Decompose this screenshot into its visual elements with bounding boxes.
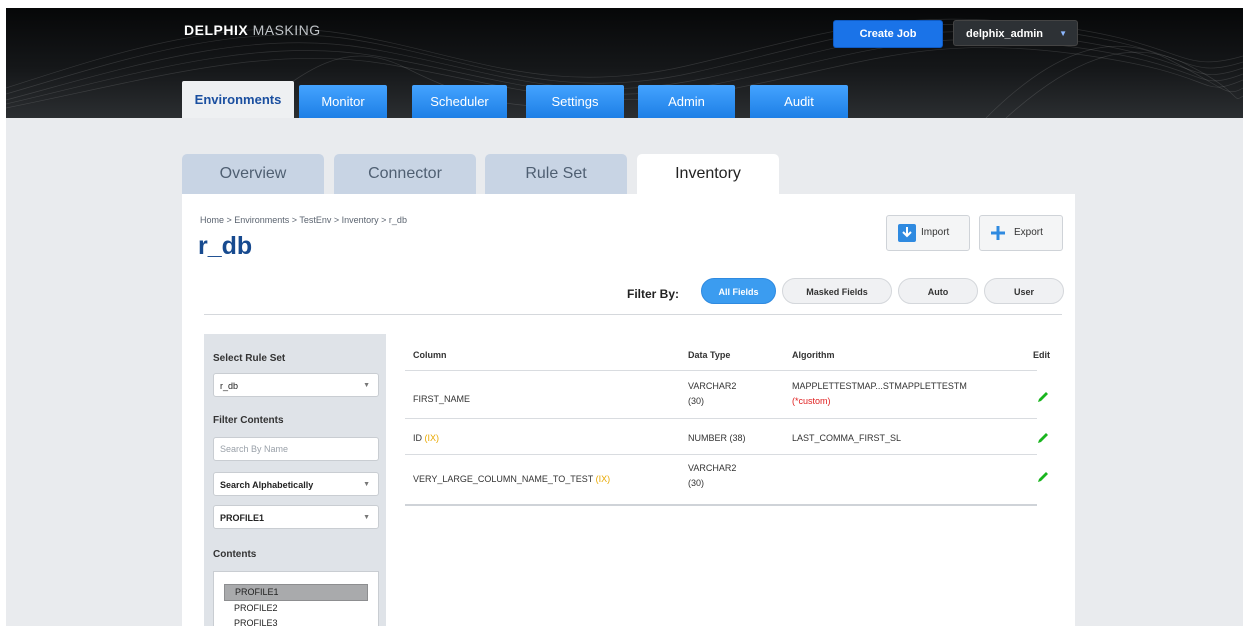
algorithm-name: MAPPLETTESTMAP...STMAPPLETTESTM (792, 381, 967, 391)
sort-select[interactable]: Search Alphabetically ▼ (213, 472, 379, 496)
data-type-size: (30) (688, 478, 705, 488)
chevron-down-icon: ▼ (363, 382, 370, 389)
pencil-icon[interactable] (1036, 470, 1050, 489)
column-header-data-type: Data Type (688, 350, 731, 360)
nav-tab-monitor[interactable]: Monitor (299, 85, 387, 118)
nav-tab-environments[interactable]: Environments (182, 81, 294, 118)
select-rule-set-label: Select Rule Set (213, 353, 286, 364)
column-header-edit: Edit (1033, 350, 1050, 360)
table-cell-column: VERY_LARGE_COLUMN_NAME_TO_TEST (IX) (413, 472, 610, 487)
contents-list[interactable]: PROFILE1 PROFILE2 PROFILE3 (213, 571, 379, 626)
import-label: Import (921, 227, 950, 238)
chevron-down-icon: ▼ (363, 481, 370, 488)
list-item[interactable]: PROFILE1 (224, 584, 368, 601)
table-bottom-border (405, 504, 1037, 506)
data-type-line: VARCHAR2 (688, 381, 737, 391)
filter-by-label: Filter By: (627, 287, 680, 301)
table-cell-algorithm: MAPPLETTESTMAP...STMAPPLETTESTM (*custom… (792, 379, 967, 409)
page-title: r_db (198, 232, 253, 260)
export-button[interactable]: Export (979, 215, 1063, 251)
contents-label: Contents (213, 549, 257, 560)
nav-tab-admin[interactable]: Admin (638, 85, 735, 118)
nav-tab-settings[interactable]: Settings (526, 85, 624, 118)
filter-masked-fields[interactable]: Masked Fields (782, 278, 892, 304)
import-icon (898, 224, 916, 242)
app-header: DELPHIX MASKING Create Job delphix_admin… (6, 8, 1243, 118)
filter-user[interactable]: User (984, 278, 1064, 304)
app-window: DELPHIX MASKING Create Job delphix_admin… (6, 8, 1243, 626)
inventory-panel: Home > Environments > TestEnv > Inventor… (182, 194, 1075, 626)
table-cell-data-type: VARCHAR2 (30) (688, 461, 736, 491)
profile-value: PROFILE1 (220, 513, 265, 523)
filter-contents-label: Filter Contents (213, 415, 284, 426)
row-divider (405, 454, 1037, 455)
table-cell-data-type: VARCHAR2 (30) (688, 379, 736, 409)
list-item[interactable]: PROFILE3 (214, 616, 378, 626)
nav-tab-audit[interactable]: Audit (750, 85, 848, 118)
profile-select[interactable]: PROFILE1 ▼ (213, 505, 379, 529)
import-button[interactable]: Import (886, 215, 970, 251)
user-name: delphix_admin (966, 28, 1044, 40)
app-logo: DELPHIX MASKING (184, 22, 321, 38)
index-badge: (IX) (424, 433, 440, 443)
filter-auto[interactable]: Auto (898, 278, 978, 304)
breadcrumb: Home > Environments > TestEnv > Inventor… (200, 215, 407, 225)
pencil-icon[interactable] (1036, 390, 1050, 409)
header-divider (204, 314, 1062, 315)
table-cell-data-type: NUMBER (38) (688, 433, 746, 443)
logo-light-text: MASKING (252, 22, 321, 38)
chevron-down-icon: ▼ (363, 514, 370, 521)
data-type-size: (30) (688, 396, 705, 406)
index-badge: (IX) (595, 474, 611, 484)
sort-value: Search Alphabetically (220, 480, 314, 490)
algorithm-custom-note: (*custom) (792, 396, 831, 406)
tab-connector[interactable]: Connector (334, 154, 476, 194)
data-type-line: VARCHAR2 (688, 463, 737, 473)
pencil-icon[interactable] (1036, 431, 1050, 450)
sidebar: Select Rule Set r_db ▼ Filter Contents S… (204, 334, 386, 626)
table-cell-column: FIRST_NAME (413, 394, 471, 404)
chevron-down-icon: ▼ (1059, 29, 1067, 38)
list-item[interactable]: PROFILE2 (214, 601, 378, 616)
nav-tab-scheduler[interactable]: Scheduler (412, 85, 507, 118)
table-cell-column: ID (IX) (413, 431, 439, 446)
rule-set-select[interactable]: r_db ▼ (213, 373, 379, 397)
column-name: VERY_LARGE_COLUMN_NAME_TO_TEST (413, 474, 594, 484)
tab-rule-set[interactable]: Rule Set (485, 154, 627, 194)
column-header-column: Column (413, 350, 447, 360)
rule-set-value: r_db (220, 381, 239, 391)
user-menu-button[interactable]: delphix_admin ▼ (953, 20, 1078, 46)
filter-all-fields[interactable]: All Fields (701, 278, 776, 304)
tab-overview[interactable]: Overview (182, 154, 324, 194)
column-header-algorithm: Algorithm (792, 350, 835, 360)
plus-icon (989, 224, 1007, 242)
row-divider (405, 418, 1037, 419)
logo-bold-text: DELPHIX (184, 22, 249, 38)
create-job-button[interactable]: Create Job (833, 20, 943, 48)
column-name: ID (413, 433, 422, 443)
export-label: Export (1014, 227, 1043, 238)
table-cell-algorithm: LAST_COMMA_FIRST_SL (792, 433, 902, 443)
search-input[interactable] (213, 437, 379, 461)
row-divider (405, 370, 1037, 371)
